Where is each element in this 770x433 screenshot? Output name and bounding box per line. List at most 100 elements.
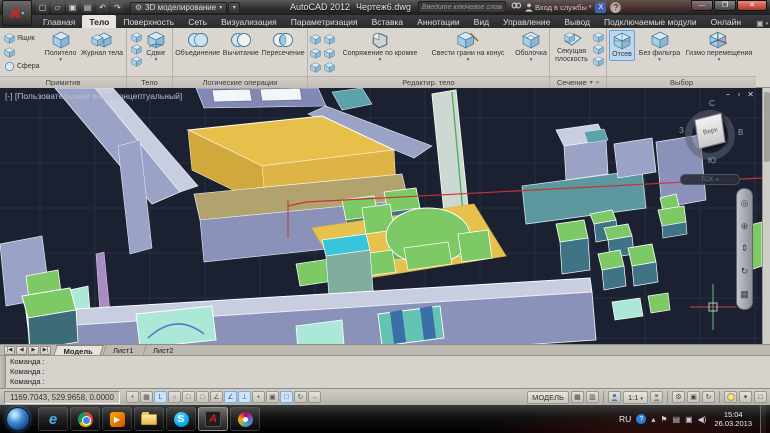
- next-tab-button[interactable]: ▶: [28, 346, 39, 355]
- layout2-tab[interactable]: Лист2: [142, 345, 183, 356]
- lock-icon[interactable]: ▣: [687, 391, 700, 403]
- panel-label-section[interactable]: Сечение ▾ »: [550, 76, 606, 88]
- show-desktop-button[interactable]: [760, 405, 766, 433]
- close-button[interactable]: ✕: [737, 0, 767, 11]
- tray-window-icon[interactable]: ▣: [685, 415, 693, 424]
- signin-button[interactable]: Вход в службы ▾: [525, 3, 591, 12]
- viewport-label[interactable]: [-] [Пользовательский вид] [Концептуальн…: [5, 91, 182, 101]
- offset-faces-button[interactable]: [309, 47, 322, 60]
- orbit-icon[interactable]: ↻: [741, 267, 749, 276]
- polysolid-button[interactable]: Политело ▾: [44, 30, 78, 65]
- fillet-edge-button[interactable]: Сопряжение по кромке ▾: [338, 30, 422, 65]
- compass-west[interactable]: З: [679, 126, 684, 135]
- layout1-tab[interactable]: Лист1: [102, 345, 143, 356]
- taskbar-skype[interactable]: S: [166, 407, 196, 431]
- tab-poverhnost[interactable]: Поверхность: [116, 15, 181, 28]
- drawing-viewport[interactable]: [-] [Пользовательский вид] [Концептуальн…: [0, 88, 762, 344]
- snap-toggle[interactable]: +: [126, 391, 139, 403]
- workspace-gear-icon[interactable]: ⚙: [672, 391, 685, 403]
- workspace-switcher[interactable]: ⚙ 3D моделирование ▾: [130, 2, 227, 14]
- ribbon-options-button[interactable]: ▣ ▾: [756, 19, 768, 28]
- osnap-toggle[interactable]: □: [196, 391, 209, 403]
- save-button[interactable]: ▣: [66, 2, 79, 13]
- annotation-visibility-icon[interactable]: [608, 391, 621, 403]
- viewport-minimize-button[interactable]: −: [726, 90, 731, 99]
- revolve-button[interactable]: [131, 56, 142, 67]
- infocenter-search-input[interactable]: [418, 1, 506, 13]
- cylinder-button[interactable]: [2, 46, 42, 59]
- lineweight-toggle[interactable]: ▣: [266, 391, 279, 403]
- tab-vstavka[interactable]: Вставка: [365, 15, 411, 28]
- qat-customize-button[interactable]: ▾: [228, 2, 240, 14]
- autoscale-icon[interactable]: [650, 391, 663, 403]
- minimize-button[interactable]: —: [691, 0, 713, 11]
- model-space-button[interactable]: МОДЕЛЬ: [527, 391, 569, 404]
- union-button[interactable]: Объединение: [175, 30, 220, 59]
- zoom-icon[interactable]: ⇕: [741, 244, 749, 253]
- tab-vyvod[interactable]: Вывод: [557, 15, 597, 28]
- extrude-faces-button[interactable]: [309, 33, 322, 46]
- taskbar-clock[interactable]: 15:04 26.03.2013: [714, 410, 752, 429]
- taskbar-chrome[interactable]: [70, 407, 100, 431]
- model-tab[interactable]: Модель: [53, 345, 104, 356]
- 3d-scene[interactable]: [0, 88, 762, 344]
- scrollbar-thumb[interactable]: [764, 92, 770, 162]
- viewport-restore-button[interactable]: ▫: [737, 90, 740, 99]
- steering-wheel-icon[interactable]: ◎: [741, 199, 749, 208]
- undo-button[interactable]: ↶: [96, 2, 109, 13]
- taper-faces-button[interactable]: Свести грани на конус ▾: [424, 30, 512, 65]
- quick-view-drawings-icon[interactable]: ▥: [586, 391, 599, 403]
- viewport-scrollbar[interactable]: [762, 88, 770, 344]
- hardware-accel-icon[interactable]: ↻: [702, 391, 715, 403]
- new-file-button[interactable]: ▢: [36, 2, 49, 13]
- intersect-button[interactable]: Пересечение: [261, 30, 305, 59]
- infer-toggle[interactable]: ▦: [140, 391, 153, 403]
- redo-button[interactable]: ↷: [111, 2, 124, 13]
- sweep-button[interactable]: Сдвиг ▾: [144, 30, 168, 65]
- prev-tab-button[interactable]: ◀: [16, 346, 27, 355]
- status-menu-arrow[interactable]: ▾: [739, 391, 752, 403]
- quickprops-toggle[interactable]: ↻: [294, 391, 307, 403]
- viewport-close-button[interactable]: ✕: [747, 90, 754, 99]
- taskbar-autocad[interactable]: A: [198, 407, 228, 431]
- tab-vid[interactable]: Вид: [467, 15, 496, 28]
- ortho-toggle[interactable]: ○: [168, 391, 181, 403]
- presspull-button[interactable]: [131, 32, 142, 43]
- viewcube-ucs-menu[interactable]: ГСК▾: [680, 174, 740, 185]
- start-button[interactable]: [6, 407, 30, 431]
- panel-label-primitive[interactable]: Примитив: [0, 76, 126, 88]
- generate-section-button[interactable]: [593, 56, 604, 67]
- rotate-faces-button[interactable]: [309, 61, 322, 74]
- coordinates-display[interactable]: 1169.7043, 529.9658, 0.0000: [4, 391, 120, 404]
- delete-faces-button[interactable]: [323, 47, 336, 60]
- help-button[interactable]: ?: [610, 2, 621, 13]
- taskbar-explorer[interactable]: [134, 407, 164, 431]
- tab-telo[interactable]: Тело: [82, 15, 116, 28]
- tab-moduli[interactable]: Подключаемые модули: [597, 15, 704, 28]
- panel-label-solid[interactable]: Тело: [127, 76, 172, 88]
- grid-toggle[interactable]: L: [154, 391, 167, 403]
- dyn-toggle[interactable]: +: [252, 391, 265, 403]
- panel-label-boolean[interactable]: Логические операции: [173, 76, 307, 88]
- action-center-flag-icon[interactable]: ⚑: [660, 415, 667, 424]
- gizmo-button[interactable]: Гизмо перемещения ▾: [684, 30, 754, 65]
- search-icon[interactable]: [510, 2, 521, 13]
- taskbar-media-player[interactable]: ▶: [102, 407, 132, 431]
- tab-set[interactable]: Сеть: [181, 15, 214, 28]
- pan-icon[interactable]: ⊕: [741, 222, 749, 231]
- culling-button[interactable]: Отсев: [609, 30, 635, 61]
- navigation-bar[interactable]: ◎ ⊕ ⇕ ↻ ▦: [736, 188, 753, 310]
- tray-help-icon[interactable]: ?: [636, 414, 646, 424]
- sphere-button[interactable]: Сфера: [2, 60, 42, 73]
- quick-view-layouts-icon[interactable]: ▦: [571, 391, 584, 403]
- application-menu-button[interactable]: A ▾: [2, 0, 32, 26]
- isolate-objects-icon[interactable]: [724, 391, 737, 403]
- tab-onlain[interactable]: Онлайн: [704, 15, 748, 28]
- tab-annotacii[interactable]: Аннотации: [410, 15, 467, 28]
- restore-button[interactable]: ❐: [714, 0, 736, 11]
- viewcube[interactable]: С В Ю З Верх ГСК▾: [678, 100, 748, 192]
- exchange-apps-icon[interactable]: X: [595, 2, 606, 13]
- plot-button[interactable]: ▤: [81, 2, 94, 13]
- live-section-button[interactable]: [593, 32, 604, 43]
- showmotion-icon[interactable]: ▦: [740, 290, 749, 299]
